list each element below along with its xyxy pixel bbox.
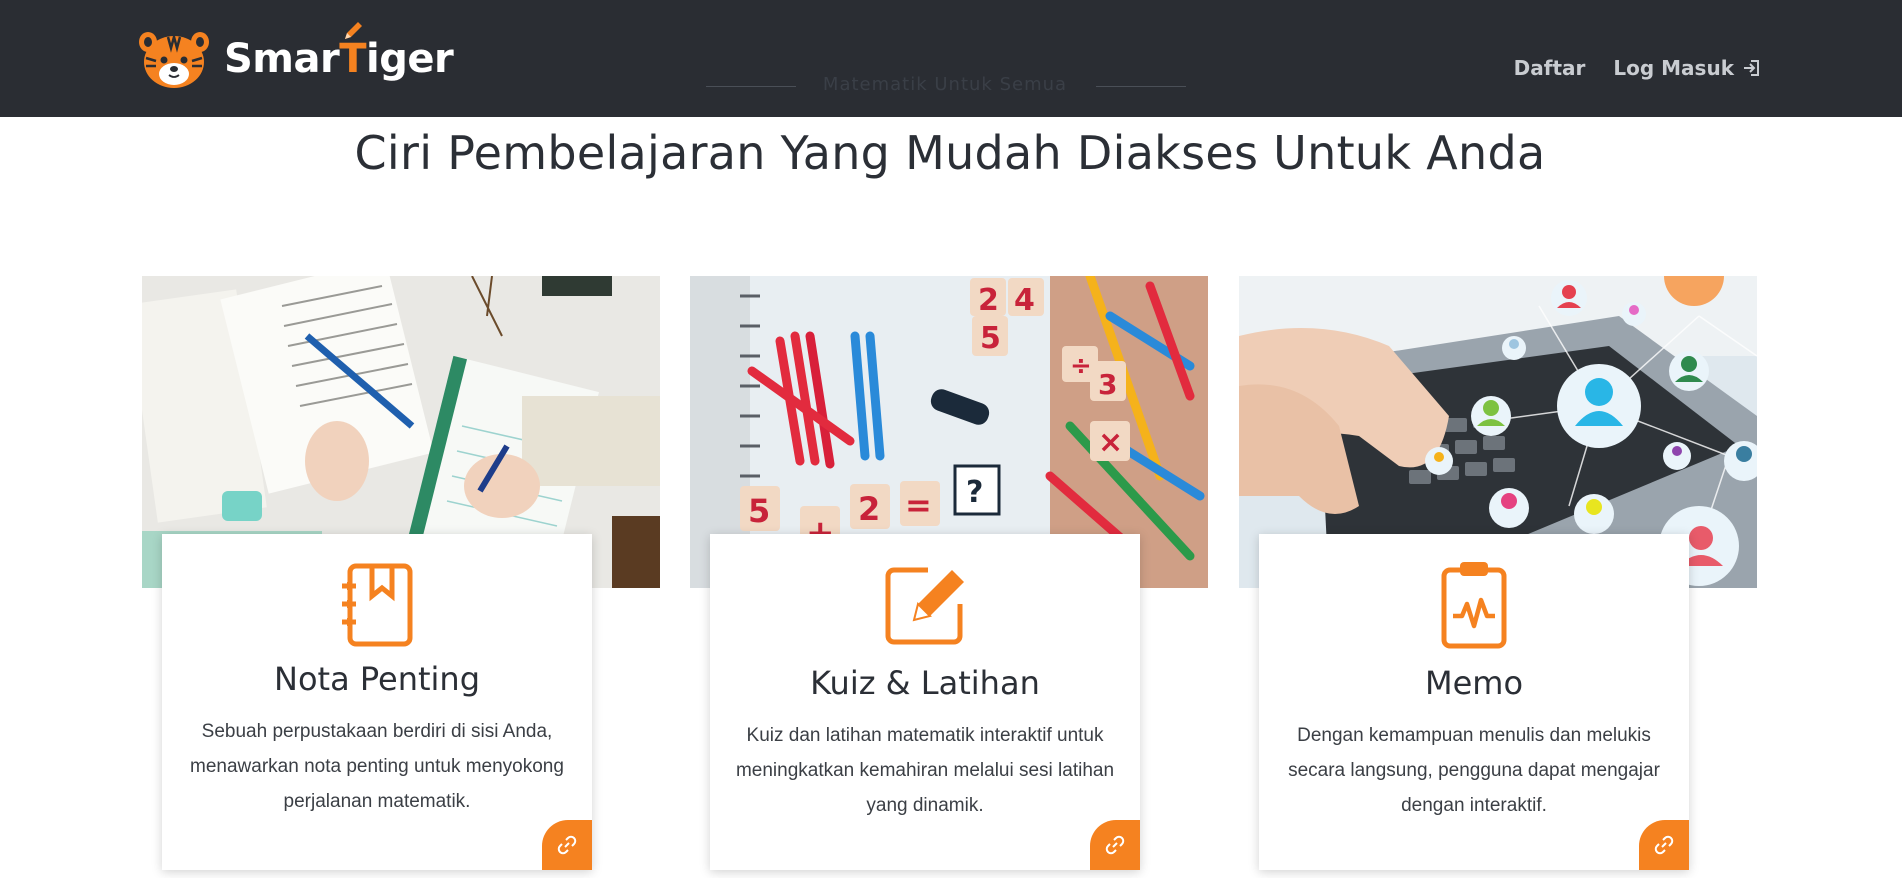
navbar: SmarTiger Matematik Untuk Semua Daftar L… [0, 0, 1902, 117]
pencil-accent-icon [345, 22, 362, 39]
feature-title-notes: Nota Penting [274, 660, 480, 698]
feature-desc-quiz: Kuiz dan latihan matematik interaktif un… [735, 725, 1115, 816]
link-icon [1105, 835, 1125, 855]
svg-text:=: = [905, 486, 932, 524]
brand-name-part1: Smar [224, 36, 340, 82]
clipboard-pulse-icon [1441, 562, 1507, 649]
brand-name-accent: T [339, 36, 367, 82]
nav-links: Daftar Log Masuk [1486, 56, 1762, 80]
svg-text:5: 5 [748, 492, 770, 530]
feature-desc-notes: Sebuah perpustakaan berdiri di sisi Anda… [190, 721, 564, 812]
brand-name: SmarTiger [224, 22, 454, 82]
link-icon [557, 835, 577, 855]
svg-text:×: × [1098, 425, 1123, 460]
svg-text:4: 4 [1014, 283, 1035, 318]
nav-register-label: Daftar [1513, 56, 1586, 80]
nav-login-label: Log Masuk [1613, 56, 1734, 80]
ghost-tagline: Matematik Untuk Semua [822, 74, 1068, 95]
brand-logo[interactable]: SmarTiger [138, 22, 454, 92]
feature-card-quiz: 2 4 5 ÷ 3 × 5 + 2 = ? Kuiz & Latihan Kui… [690, 276, 1208, 878]
svg-text:3: 3 [1098, 368, 1117, 401]
feature-card-memo: Memo Dengan kemampuan menulis dan meluki… [1239, 276, 1757, 878]
svg-text:÷: ÷ [1070, 351, 1092, 381]
feature-title-memo: Memo [1424, 664, 1524, 702]
svg-text:2: 2 [858, 490, 880, 528]
feature-card-body-notes: Nota Penting Sebuah perpustakaan berdiri… [162, 534, 592, 870]
feature-link-button-notes[interactable] [542, 820, 592, 870]
notebook-bookmark-icon [342, 563, 413, 647]
pencil-square-icon [885, 567, 964, 645]
ghost-divider-right [1096, 86, 1186, 87]
feature-card-body-quiz: Kuiz & Latihan Kuiz dan latihan matemati… [710, 534, 1140, 870]
feature-card-body-memo: Memo Dengan kemampuan menulis dan meluki… [1259, 534, 1689, 870]
feature-title-quiz: Kuiz & Latihan [810, 664, 1040, 702]
svg-text:?: ? [966, 475, 983, 510]
tiger-logo-icon [139, 32, 209, 88]
feature-link-button-quiz[interactable] [1090, 820, 1140, 870]
feature-link-button-memo[interactable] [1639, 820, 1689, 870]
link-icon [1654, 835, 1674, 855]
section-title: Ciri Pembelajaran Yang Mudah Diakses Unt… [354, 126, 1546, 180]
svg-text:2: 2 [978, 283, 999, 318]
nav-login-link[interactable]: Log Masuk [1613, 56, 1762, 80]
nav-register-link[interactable]: Daftar [1514, 56, 1586, 80]
feature-desc-memo: Dengan kemampuan menulis dan melukis sec… [1288, 725, 1660, 816]
feature-card-notes: Nota Penting Sebuah perpustakaan berdiri… [142, 276, 660, 878]
svg-text:5: 5 [980, 321, 1001, 356]
login-arrow-icon [1744, 60, 1759, 76]
brand-name-part2: iger [366, 36, 454, 82]
